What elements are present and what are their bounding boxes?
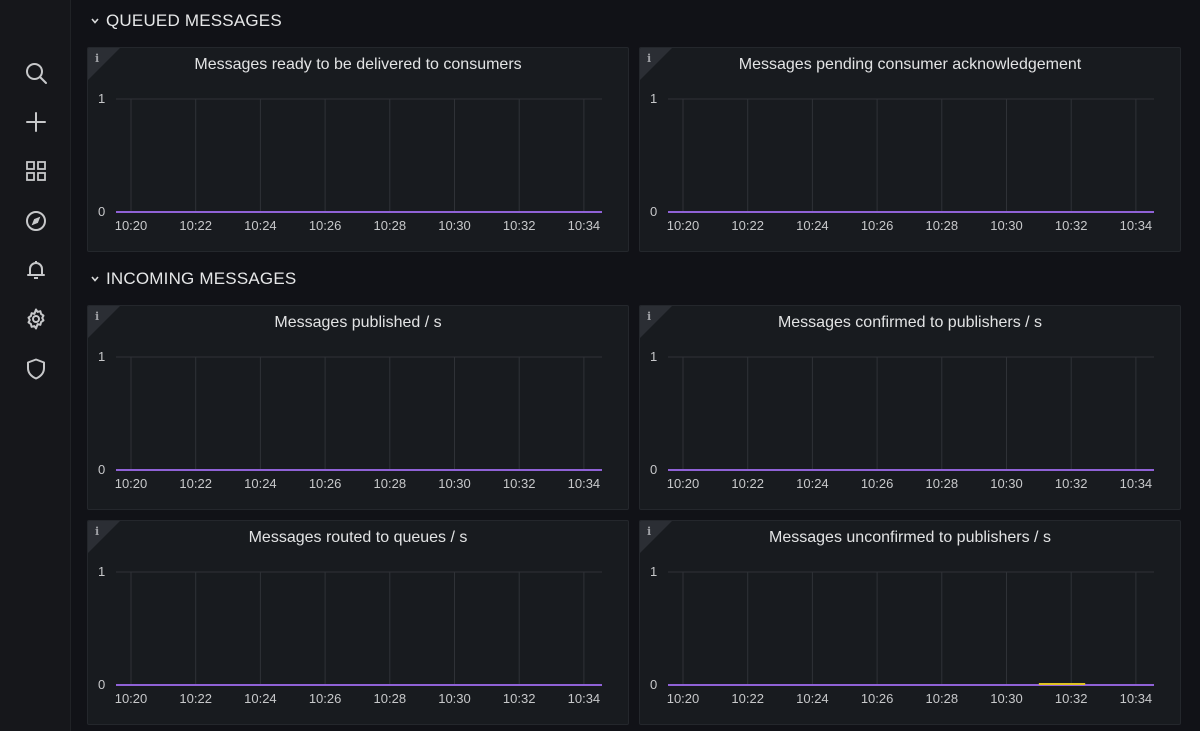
y-tick-label: 1: [650, 564, 657, 579]
row-header-incoming-messages[interactable]: INCOMING MESSAGES: [90, 267, 296, 291]
nav-alerting[interactable]: [18, 252, 54, 288]
x-tick-label: 10:22: [179, 691, 212, 706]
y-tick-label: 0: [650, 204, 657, 219]
x-tick-label: 10:30: [990, 218, 1023, 233]
x-tick-label: 10:22: [731, 476, 764, 491]
nav-dashboards[interactable]: [18, 153, 54, 189]
x-tick-label: 10:26: [861, 476, 894, 491]
line-chart: 0 1 10:20 10:22 10:24 10:26 10:28 10:30 10:32 10:…: [98, 91, 602, 233]
y-tick-label: 1: [98, 91, 105, 106]
x-tick-label: 10:34: [1120, 476, 1153, 491]
x-tick-label: 10:30: [438, 691, 471, 706]
panel-messages-confirmed[interactable]: i Messages confirmed to publishers / s 0…: [639, 305, 1181, 510]
nav-search[interactable]: [18, 55, 54, 91]
x-tick-label: 10:30: [990, 476, 1023, 491]
panel-messages-unconfirmed[interactable]: i Messages unconfirmed to publishers / s…: [639, 520, 1181, 725]
x-tick-label: 10:24: [244, 218, 277, 233]
gear-icon: [27, 308, 45, 330]
shield-icon: [27, 358, 45, 380]
x-tick-label: 10:28: [926, 691, 959, 706]
x-tick-label: 10:34: [1120, 218, 1153, 233]
y-tick-label: 0: [650, 677, 657, 692]
row-header-queued-messages[interactable]: QUEUED MESSAGES: [90, 9, 282, 33]
plus-icon: [26, 112, 46, 132]
x-tick-label: 10:26: [309, 476, 342, 491]
search-icon: [26, 63, 47, 84]
x-tick-label: 10:20: [667, 476, 700, 491]
x-tick-label: 10:34: [568, 218, 601, 233]
x-tick-label: 10:32: [503, 476, 536, 491]
chevron-down-icon: [91, 18, 99, 24]
x-tick-label: 10:28: [374, 218, 407, 233]
y-tick-label: 0: [98, 204, 105, 219]
grid-icon: [26, 161, 46, 181]
y-tick-label: 1: [98, 564, 105, 579]
y-tick-label: 1: [650, 349, 657, 364]
x-tick-label: 10:20: [667, 691, 700, 706]
x-tick-label: 10:28: [926, 476, 959, 491]
x-tick-label: 10:24: [244, 691, 277, 706]
x-tick-label: 10:22: [731, 691, 764, 706]
x-tick-label: 10:32: [503, 218, 536, 233]
panel-messages-pending-ack[interactable]: i Messages pending consumer acknowledgem…: [639, 47, 1181, 252]
x-tick-label: 10:28: [374, 691, 407, 706]
x-tick-label: 10:30: [438, 218, 471, 233]
line-chart: 0 1 10:20 10:22 10:24 10:26 10:28 10:30 10:32 10:…: [650, 91, 1154, 233]
x-tick-label: 10:24: [796, 476, 829, 491]
x-tick-label: 10:34: [568, 691, 601, 706]
y-tick-label: 0: [98, 677, 105, 692]
line-chart: 0 1 10:20 10:22 10:24 10:26 10:28 10:30 10:32 10:…: [98, 349, 602, 491]
y-tick-label: 0: [98, 462, 105, 477]
x-tick-label: 10:30: [990, 691, 1023, 706]
x-tick-label: 10:26: [861, 218, 894, 233]
x-tick-label: 10:34: [568, 476, 601, 491]
x-tick-label: 10:28: [374, 476, 407, 491]
x-tick-label: 10:24: [796, 218, 829, 233]
chevron-down-icon: [91, 276, 99, 282]
x-tick-label: 10:24: [244, 476, 277, 491]
compass-icon: [26, 211, 46, 231]
y-tick-label: 1: [650, 91, 657, 106]
x-tick-label: 10:26: [861, 691, 894, 706]
line-chart: 0 1 10:20 10:22 10:24 10:26 10:28 10:30 10:32 10:…: [650, 564, 1154, 706]
x-tick-label: 10:20: [667, 218, 700, 233]
panel-messages-routed[interactable]: i Messages routed to queues / s 0 1 10:20 1…: [87, 520, 629, 725]
x-tick-label: 10:20: [115, 476, 148, 491]
x-tick-label: 10:26: [309, 691, 342, 706]
panel-messages-ready[interactable]: i Messages ready to be delivered to cons…: [87, 47, 629, 252]
x-tick-label: 10:20: [115, 218, 148, 233]
x-tick-label: 10:32: [1055, 218, 1088, 233]
x-tick-label: 10:24: [796, 691, 829, 706]
line-chart: 0 1 10:20 10:22 10:24 10:26 10:28 10:30 10:32 10:…: [98, 564, 602, 706]
x-tick-label: 10:22: [179, 218, 212, 233]
x-tick-label: 10:28: [926, 218, 959, 233]
y-tick-label: 0: [650, 462, 657, 477]
x-tick-label: 10:26: [309, 218, 342, 233]
panel-messages-published[interactable]: i Messages published / s 0 1 10:20 10:22 10:…: [87, 305, 629, 510]
nav-configuration[interactable]: [18, 301, 54, 337]
x-tick-label: 10:22: [731, 218, 764, 233]
x-tick-label: 10:34: [1120, 691, 1153, 706]
x-tick-label: 10:32: [503, 691, 536, 706]
sidebar: [0, 0, 71, 731]
line-chart: 0 1 10:20 10:22 10:24 10:26 10:28 10:30 10:32 10:…: [650, 349, 1154, 491]
row-title: INCOMING MESSAGES: [106, 269, 297, 288]
bell-icon: [27, 261, 45, 279]
x-tick-label: 10:20: [115, 691, 148, 706]
row-title: QUEUED MESSAGES: [106, 11, 282, 30]
nav-create[interactable]: [18, 104, 54, 140]
x-tick-label: 10:22: [179, 476, 212, 491]
x-tick-label: 10:32: [1055, 476, 1088, 491]
nav-server-admin[interactable]: [18, 351, 54, 387]
y-tick-label: 1: [98, 349, 105, 364]
nav-explore[interactable]: [18, 203, 54, 239]
x-tick-label: 10:30: [438, 476, 471, 491]
x-tick-label: 10:32: [1055, 691, 1088, 706]
